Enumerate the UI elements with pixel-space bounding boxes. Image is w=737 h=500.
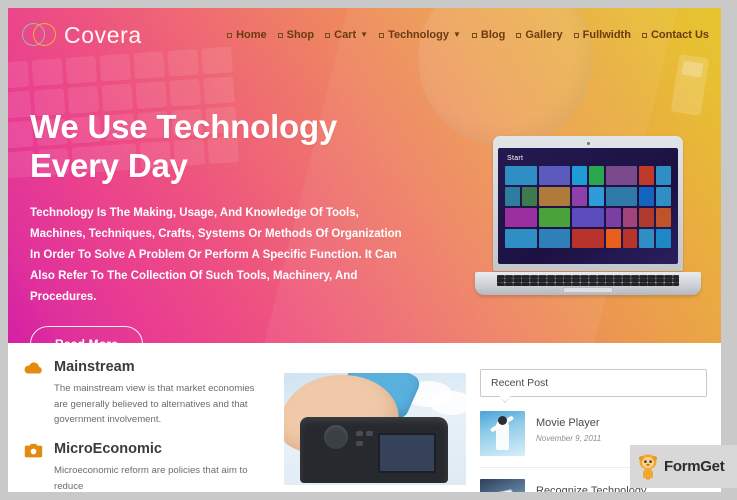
laptop-illustration: Start: [475, 136, 701, 295]
features-column: Mainstream The mainstream view is that m…: [22, 359, 270, 492]
content-section: Mainstream The mainstream view is that m…: [8, 343, 721, 492]
square-bullet-icon: [516, 32, 522, 38]
post-title[interactable]: Movie Player: [536, 417, 707, 430]
dslr-camera-body: [300, 417, 448, 483]
main-navigation[interactable]: Home Shop Cart ▼ Technology ▼ Blog Galle…: [227, 29, 709, 41]
laptop-trackpad: [563, 287, 613, 293]
laptop-keyboard: [497, 275, 679, 286]
chevron-down-icon: ▼: [452, 30, 461, 39]
nav-label: Shop: [286, 29, 315, 41]
hero-title: We Use Technology Every Day: [30, 108, 450, 186]
laptop-lid: Start: [493, 136, 683, 271]
hero-title-line-2: Every Day: [30, 146, 188, 184]
start-screen-label: Start: [507, 155, 524, 162]
nav-label: Cart: [334, 29, 357, 41]
feature-text: Microeconomic reform are policies that a…: [54, 465, 248, 492]
camera-photo-block: [284, 373, 466, 492]
nav-label: Home: [236, 29, 267, 41]
feature-title: MicroEconomic: [54, 440, 162, 457]
nav-item-fullwidth[interactable]: Fullwidth: [573, 29, 631, 41]
laptop-screen: Start: [498, 148, 678, 264]
nav-item-blog[interactable]: Blog: [471, 29, 506, 41]
square-bullet-icon: [641, 32, 647, 38]
square-bullet-icon: [471, 32, 477, 38]
read-more-button[interactable]: Read More: [30, 326, 144, 343]
feature-title: Mainstream: [54, 359, 135, 375]
recent-post-widget-title: Recent Post: [480, 369, 707, 403]
square-bullet-icon: [573, 32, 579, 38]
post-date: November 9, 2011: [536, 434, 602, 444]
chevron-down-icon: ▼: [360, 30, 369, 39]
nav-label: Fullwidth: [582, 29, 631, 41]
square-bullet-icon: [379, 32, 385, 38]
nav-label: Technology: [388, 29, 449, 41]
nav-label: Blog: [480, 29, 506, 41]
site-header: Covera Home Shop Cart ▼ Technology ▼ Blo…: [8, 8, 721, 62]
watermark-label: FormGet: [664, 458, 725, 475]
square-bullet-icon: [227, 32, 233, 38]
nav-label: Contact Us: [650, 29, 709, 41]
site-logo[interactable]: Covera: [22, 22, 142, 49]
post-thumbnail: [480, 411, 525, 456]
lion-mascot-icon: [637, 453, 659, 480]
nav-item-shop[interactable]: Shop: [277, 29, 315, 41]
formget-watermark: FormGet: [630, 445, 737, 488]
brand-name: Covera: [64, 21, 142, 48]
cloud-icon: [22, 359, 44, 381]
nav-item-cart[interactable]: Cart ▼: [325, 29, 368, 41]
post-thumbnail: [480, 479, 525, 492]
usb-stick-background-photo: [670, 54, 710, 116]
square-bullet-icon: [325, 32, 331, 38]
nav-label: Gallery: [525, 29, 563, 41]
nav-item-home[interactable]: Home: [227, 29, 267, 41]
nav-item-contact-us[interactable]: Contact Us: [641, 29, 709, 41]
browser-frame: Covera Home Shop Cart ▼ Technology ▼ Blo…: [0, 0, 737, 500]
windows-tile-grid: [503, 166, 673, 248]
hero-title-line-1: We Use Technology: [30, 108, 338, 145]
feature-microeconomic: MicroEconomic Microeconomic reform are p…: [22, 441, 270, 492]
hand-holding-camera-image: [284, 373, 466, 485]
feature-text: The mainstream view is that market econo…: [54, 383, 255, 426]
hero-section: Covera Home Shop Cart ▼ Technology ▼ Blo…: [8, 8, 721, 343]
nav-item-technology[interactable]: Technology ▼: [379, 29, 461, 41]
feature-mainstream: Mainstream The mainstream view is that m…: [22, 359, 270, 428]
webcam-icon: [586, 142, 590, 145]
hero-paragraph: Technology Is The Making, Usage, And Kno…: [30, 206, 402, 303]
page-canvas: Covera Home Shop Cart ▼ Technology ▼ Blo…: [8, 8, 721, 492]
square-bullet-icon: [277, 32, 283, 38]
camera-icon: [22, 441, 44, 463]
nav-item-gallery[interactable]: Gallery: [516, 29, 563, 41]
hero-copy: We Use Technology Every Day Technology I…: [30, 108, 450, 343]
laptop-base: [475, 272, 701, 295]
two-overlapping-circles-icon: [22, 22, 56, 48]
